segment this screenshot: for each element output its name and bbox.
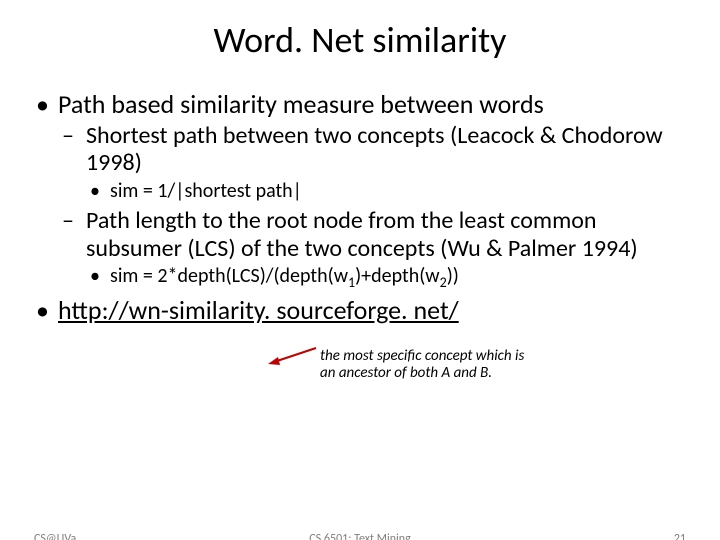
formula-part: )+depth(w bbox=[355, 264, 439, 288]
bullet-text: Path length to the root node from the le… bbox=[86, 206, 638, 263]
bullet-text: sim = 1/|shortest path| bbox=[110, 179, 302, 203]
bullet-text: Shortest path between two concepts (Leac… bbox=[86, 121, 663, 178]
formula-part: )) bbox=[447, 264, 459, 288]
bullet-lvl1: http://wn-similarity. sourceforge. net/ bbox=[34, 296, 686, 326]
slide: Word. Net similarity Path based similari… bbox=[0, 18, 720, 540]
bullet-lvl3: sim = 1/|shortest path| bbox=[86, 179, 686, 203]
bullet-lvl3: sim = 2*depth(LCS)/(depth(w1)+depth(w2)) bbox=[86, 264, 686, 292]
wordnet-similarity-link[interactable]: http://wn-similarity. sourceforge. net/ bbox=[58, 294, 459, 326]
footer-page-number: 21 bbox=[674, 532, 686, 540]
subscript: 2 bbox=[440, 274, 447, 291]
bullet-lvl2: Shortest path between two concepts (Leac… bbox=[58, 122, 686, 203]
annotation-callout: the most specific concept which is an an… bbox=[320, 348, 580, 383]
footer-center: CS 6501: Text Mining bbox=[0, 532, 720, 540]
annotation-line: the most specific concept which is bbox=[320, 348, 580, 365]
bullet-lvl1: Path based similarity measure between wo… bbox=[34, 90, 686, 292]
annotation-arrow-icon bbox=[266, 344, 322, 368]
slide-body: Path based similarity measure between wo… bbox=[0, 90, 720, 326]
bullet-lvl2: Path length to the root node from the le… bbox=[58, 207, 686, 292]
formula-part: sim = 2*depth(LCS)/(depth(w bbox=[110, 264, 348, 288]
annotation-line: an ancestor of both A and B. bbox=[320, 365, 580, 382]
bullet-text: Path based similarity measure between wo… bbox=[58, 88, 544, 120]
slide-title: Word. Net similarity bbox=[0, 18, 720, 62]
